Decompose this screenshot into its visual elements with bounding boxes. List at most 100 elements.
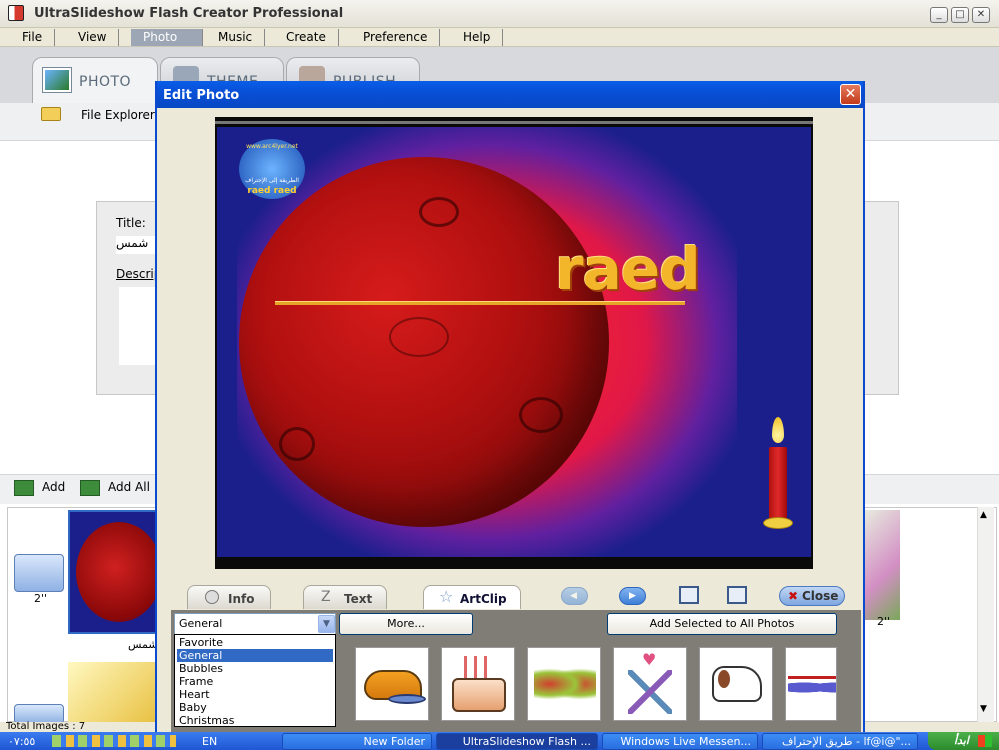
add-all-button[interactable]: Add All: [108, 480, 150, 494]
tab-text[interactable]: Text: [303, 585, 387, 609]
thumbnail-planet: [76, 522, 158, 622]
clip-sunglasses[interactable]: [785, 647, 837, 721]
category-option-general[interactable]: General: [177, 649, 333, 662]
candle-clipart[interactable]: [763, 417, 793, 533]
dog-ear-icon: [718, 670, 730, 688]
category-option-bubbles[interactable]: Bubbles: [177, 662, 333, 675]
scroll-down-arrow[interactable]: ▼: [980, 704, 987, 714]
tab-artclip[interactable]: ArtClip: [423, 585, 521, 609]
taskbar-new-folder[interactable]: New Folder: [282, 733, 432, 750]
language-indicator[interactable]: EN: [202, 735, 217, 748]
candles-icon: [464, 656, 494, 678]
category-option-favorite[interactable]: Favorite: [177, 636, 333, 649]
duration-left: 2'': [34, 592, 48, 605]
text-tool-icon: Z: [321, 589, 331, 605]
dialog-close-action[interactable]: ✖ Close: [779, 586, 845, 606]
window-title: UltraSlideshow Flash Creator Professiona…: [34, 6, 344, 21]
chevron-down-icon[interactable]: ▼: [318, 615, 335, 633]
tab-text-label: Text: [344, 592, 373, 606]
start-label: ابدأ: [954, 734, 969, 747]
sunglasses-icon: [788, 676, 836, 696]
tab-info-label: Info: [228, 592, 255, 606]
maximize-button[interactable]: □: [951, 7, 969, 23]
more-button[interactable]: More...: [339, 613, 473, 635]
category-selected-value: General: [179, 617, 223, 630]
close-x-icon: ✖: [788, 589, 799, 603]
butterfly-icon: [534, 664, 596, 704]
menu-bar: File View Photo Music Create Preference …: [0, 28, 999, 47]
description-label: Description:: [116, 267, 156, 281]
logo-tagline: الطريقة إلى الإحتراف: [245, 177, 299, 184]
cake-icon: [452, 678, 506, 712]
thumbnail-right[interactable]: [860, 510, 900, 620]
folder-icon: [41, 107, 61, 121]
menu-file[interactable]: File: [10, 29, 56, 46]
info-icon: [205, 590, 219, 604]
tab-info[interactable]: Info: [187, 585, 271, 609]
crater: [419, 197, 459, 227]
windows-taskbar: ٠٧:٥٥ EN New Folder UltraSlideshow Flash…: [0, 732, 999, 750]
menu-photo[interactable]: Photo: [131, 29, 203, 46]
category-option-baby[interactable]: Baby: [177, 701, 333, 714]
next-arrow-icon: ▶: [629, 591, 636, 601]
menu-music[interactable]: Music: [206, 29, 266, 46]
transition-icon[interactable]: [14, 554, 64, 592]
minimize-button[interactable]: _: [930, 7, 948, 23]
system-clock[interactable]: ٠٧:٥٥: [8, 735, 35, 748]
candle-body: [769, 447, 787, 519]
menu-view[interactable]: View: [66, 29, 120, 46]
logo-name: raed raed: [247, 186, 297, 196]
import-icon[interactable]: [727, 586, 747, 604]
glasses-icon: [628, 670, 672, 714]
thumbnail-selected[interactable]: [68, 510, 160, 634]
candle-flame: [772, 417, 784, 443]
close-window-button[interactable]: ✕: [972, 7, 990, 23]
site-logo: www.arc4lyer.net الطريقة إلى الإحتراف ra…: [239, 139, 305, 199]
clip-champagne-glasses[interactable]: ♥: [613, 647, 687, 721]
app-icon: [8, 5, 24, 21]
add-button[interactable]: Add: [42, 480, 65, 494]
dialog-close-button[interactable]: ✕: [840, 84, 861, 105]
clip-birthday-cake[interactable]: [441, 647, 515, 721]
title-field[interactable]: شمس: [116, 236, 156, 254]
crater: [279, 427, 315, 461]
category-option-heart[interactable]: Heart: [177, 688, 333, 701]
next-photo-button[interactable]: ▶: [619, 587, 646, 605]
menu-preference[interactable]: Preference: [351, 29, 441, 46]
taskbar-ultraslideshow[interactable]: UltraSlideshow Flash ...: [436, 733, 598, 750]
heart-icon: ♥: [642, 650, 657, 669]
file-explorer-button[interactable]: File Explorer: [81, 108, 155, 122]
category-option-frame[interactable]: Frame: [177, 675, 333, 688]
scroll-up-arrow[interactable]: ▲: [980, 510, 987, 520]
clip-dog[interactable]: [699, 647, 773, 721]
clip-butterfly[interactable]: [527, 647, 601, 721]
close-label: Close: [802, 589, 839, 603]
category-dropdown-list: Favorite General Bubbles Frame Heart Bab…: [174, 634, 336, 727]
overlay-text[interactable]: raed: [555, 235, 701, 303]
export-icon[interactable]: [679, 586, 699, 604]
tab-photo[interactable]: Photo: [32, 57, 158, 103]
tab-photo-label: Photo: [79, 74, 132, 90]
add-icon: [14, 480, 34, 496]
tray-icons: [52, 735, 176, 747]
clip-cap[interactable]: [355, 647, 429, 721]
add-all-icon: [80, 480, 100, 496]
description-field[interactable]: [119, 287, 159, 365]
thumbnail-second-row[interactable]: [68, 662, 160, 722]
add-selected-to-all-button[interactable]: Add Selected to All Photos: [607, 613, 837, 635]
photo-canvas[interactable]: www.arc4lyer.net الطريقة إلى الإحتراف ra…: [217, 127, 811, 557]
menu-create[interactable]: Create: [274, 29, 339, 46]
taskbar-windows-live-messenger[interactable]: Windows Live Messen...: [602, 733, 758, 750]
logo-site-text: www.arc4lyer.net: [246, 143, 298, 150]
taskbar-ie-window[interactable]: طريق الإحتراف - lf@i@"...: [762, 733, 918, 750]
thumbnail-caption: شمس: [128, 638, 158, 651]
star-icon: ☆: [439, 587, 454, 606]
app-title-bar: UltraSlideshow Flash Creator Professiona…: [0, 0, 999, 28]
category-option-christmas[interactable]: Christmas: [177, 714, 333, 727]
menu-help[interactable]: Help: [451, 29, 504, 46]
previous-arrow-icon: ◀: [570, 591, 577, 601]
thumbnail-scrollbar[interactable]: ▲ ▼: [977, 507, 994, 722]
total-images: Total Images : 7: [6, 721, 86, 731]
previous-photo-button[interactable]: ◀: [561, 587, 588, 605]
category-select[interactable]: General ▼: [174, 613, 336, 635]
